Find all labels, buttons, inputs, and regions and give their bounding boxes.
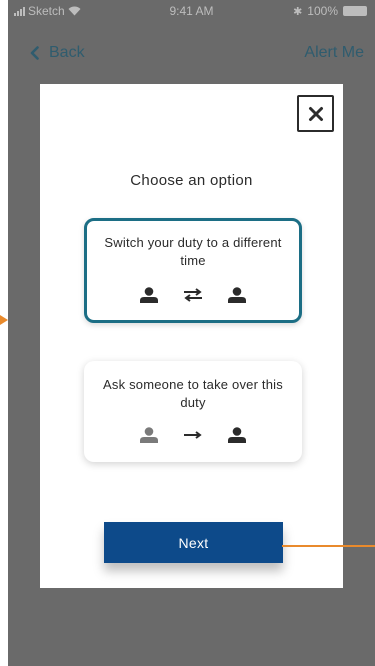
option-label: Ask someone to take over this duty [103, 377, 283, 410]
modal-title: Choose an option [130, 172, 253, 189]
close-button[interactable] [297, 95, 334, 132]
battery-percent: 100% [307, 4, 338, 18]
next-button[interactable]: Next [104, 522, 283, 563]
nav-bar: Back Alert Me [8, 40, 375, 68]
annotation-line [282, 545, 375, 547]
alert-me-button[interactable]: Alert Me [304, 44, 364, 62]
bluetooth-icon: ✱ [293, 5, 303, 18]
user-icon [228, 427, 246, 443]
option-icons [87, 287, 299, 303]
option-switch-duty[interactable]: Switch your duty to a different time [84, 218, 302, 323]
status-right: ✱ 100% [293, 4, 367, 18]
swap-arrows-icon [184, 288, 202, 302]
user-icon [228, 287, 246, 303]
back-label: Back [49, 44, 85, 61]
user-icon [140, 287, 158, 303]
back-button[interactable]: Back [30, 44, 85, 62]
close-icon [308, 106, 323, 121]
user-icon [140, 427, 158, 443]
right-arrow-icon [184, 431, 202, 439]
phone-screen: Sketch 9:41 AM ✱ 100% Back Alert Me Choo… [8, 0, 375, 666]
option-label: Switch your duty to a different time [104, 235, 282, 268]
status-bar: Sketch 9:41 AM ✱ 100% [8, 0, 375, 22]
battery-icon [343, 6, 367, 16]
annotation-arrow [0, 315, 8, 325]
option-modal: Choose an option Switch your duty to a d… [40, 84, 343, 588]
option-icons [84, 427, 302, 443]
option-ask-someone[interactable]: Ask someone to take over this duty [84, 361, 302, 462]
chevron-left-icon [30, 46, 39, 60]
